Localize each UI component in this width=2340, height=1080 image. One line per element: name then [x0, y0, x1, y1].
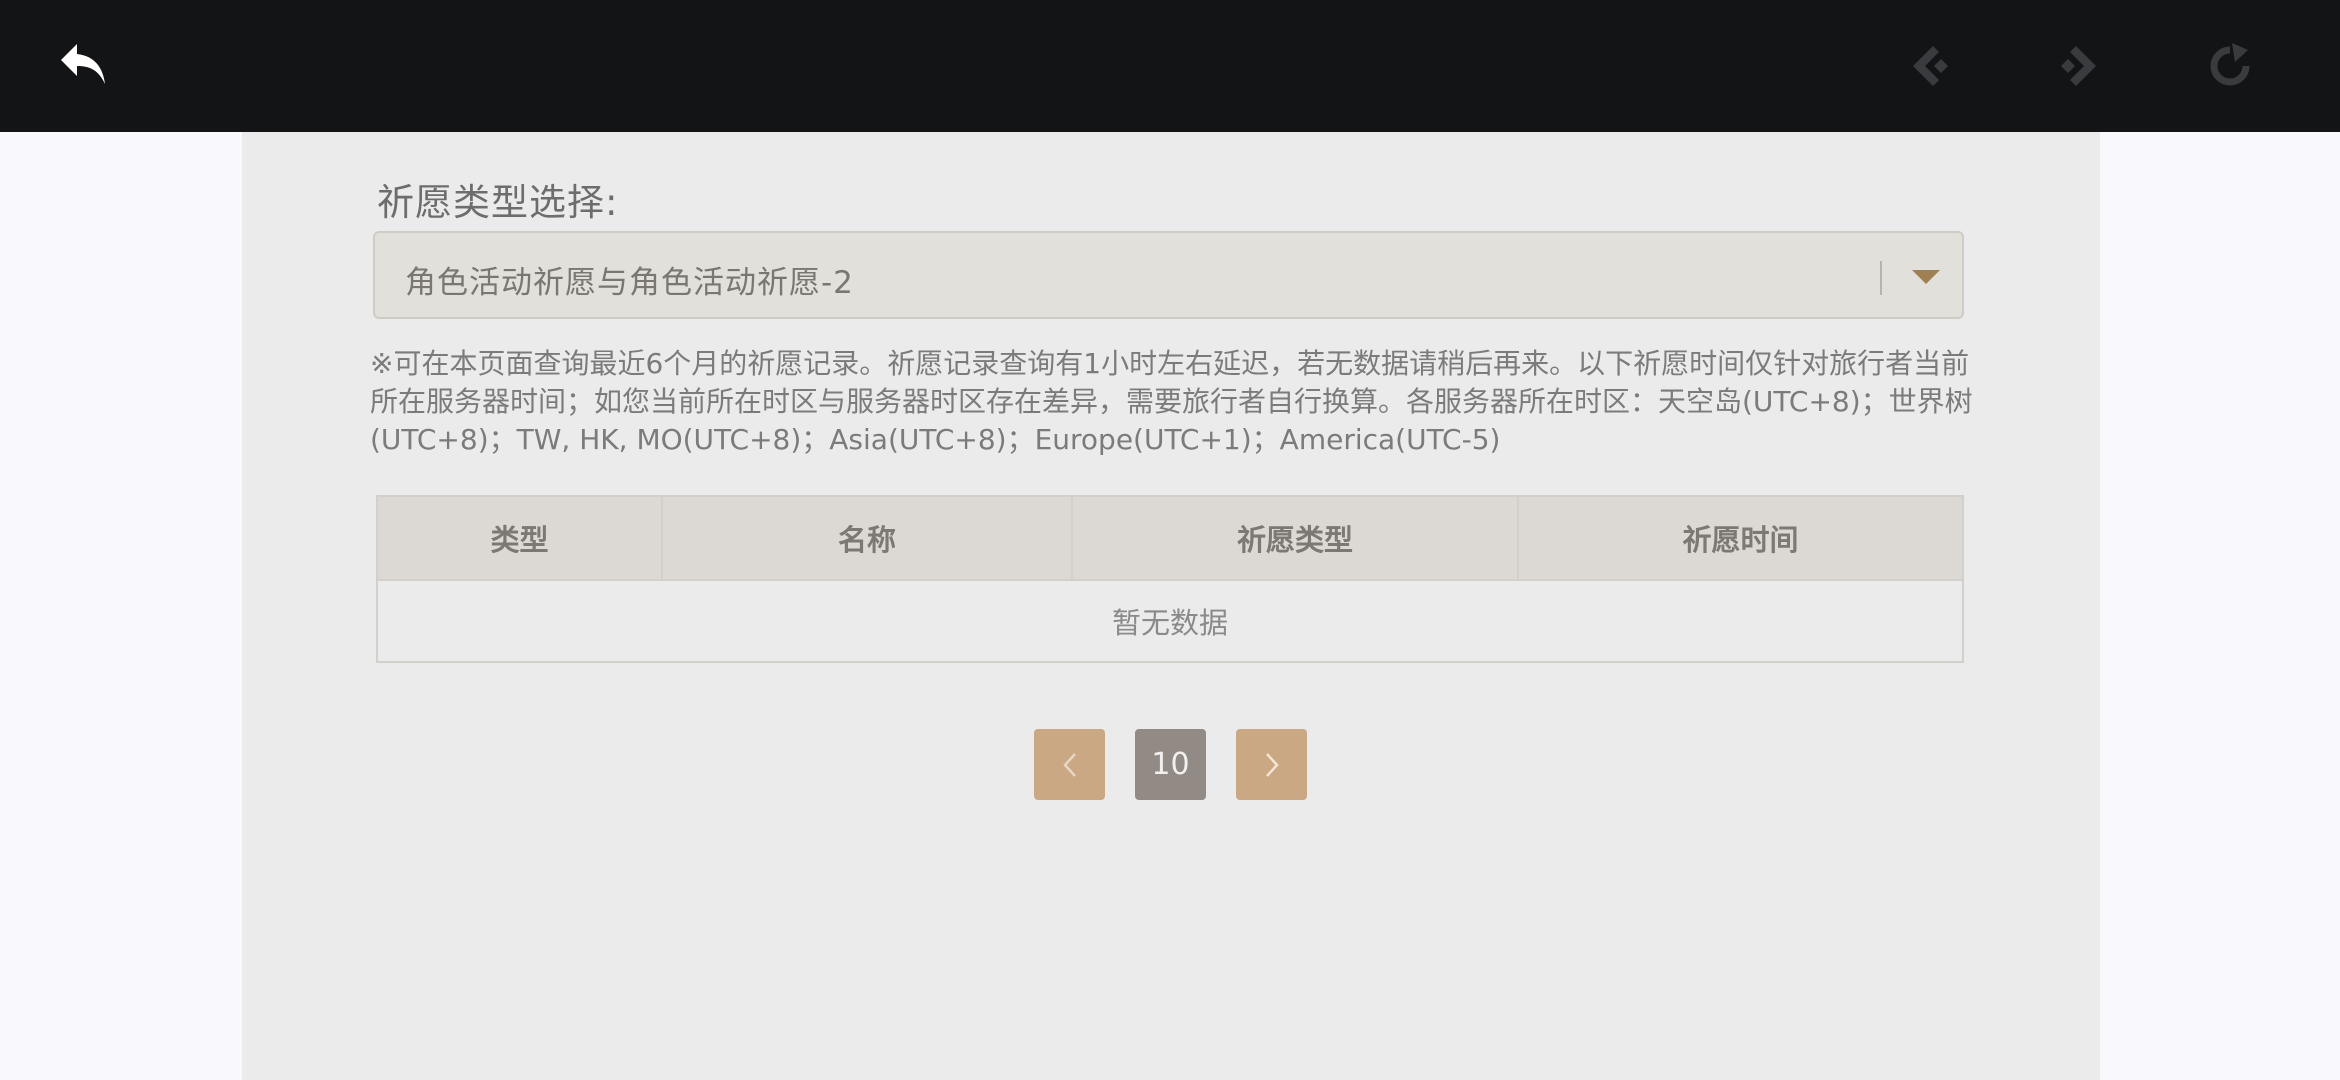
caret-down-icon[interactable]	[1911, 263, 1941, 291]
table-header-row: 类型 名称 祈愿类型 祈愿时间	[378, 497, 1962, 581]
wish-history-panel: 祈愿类型选择: 角色活动祈愿与角色活动祈愿-2 ※可在本页面查询最近6个月的祈愿…	[242, 132, 2100, 1080]
notice-text: ※可在本页面查询最近6个月的祈愿记录。祈愿记录查询有1小时左右延迟，若无数据请稍…	[370, 347, 1973, 456]
chevron-left-icon	[1062, 752, 1076, 777]
column-header-wish-type: 祈愿类型	[1073, 497, 1519, 579]
wish-record-table: 类型 名称 祈愿类型 祈愿时间 暂无数据	[376, 495, 1964, 663]
column-header-type: 类型	[378, 497, 663, 579]
wish-type-select[interactable]: 角色活动祈愿与角色活动祈愿-2	[373, 231, 1964, 319]
column-header-name: 名称	[663, 497, 1073, 579]
chevron-right-icon	[1265, 752, 1279, 777]
prev-page-button[interactable]	[1034, 729, 1105, 800]
select-divider	[1880, 261, 1882, 295]
column-header-wish-time: 祈愿时间	[1682, 523, 1799, 557]
next-page-button[interactable]	[1236, 729, 1307, 800]
browser-toolbar	[0, 0, 2340, 132]
prev-nav-icon[interactable]	[1900, 36, 1960, 96]
empty-state-text: 暂无数据	[1111, 606, 1228, 640]
current-page-indicator: 10	[1135, 729, 1206, 800]
wish-type-selected-value: 角色活动祈愿与角色活动祈愿-2	[405, 265, 854, 301]
next-nav-icon[interactable]	[2049, 36, 2109, 96]
wish-type-label: 祈愿类型选择:	[377, 181, 619, 224]
reload-icon[interactable]	[2200, 36, 2260, 96]
back-arrow-icon[interactable]	[54, 36, 114, 96]
